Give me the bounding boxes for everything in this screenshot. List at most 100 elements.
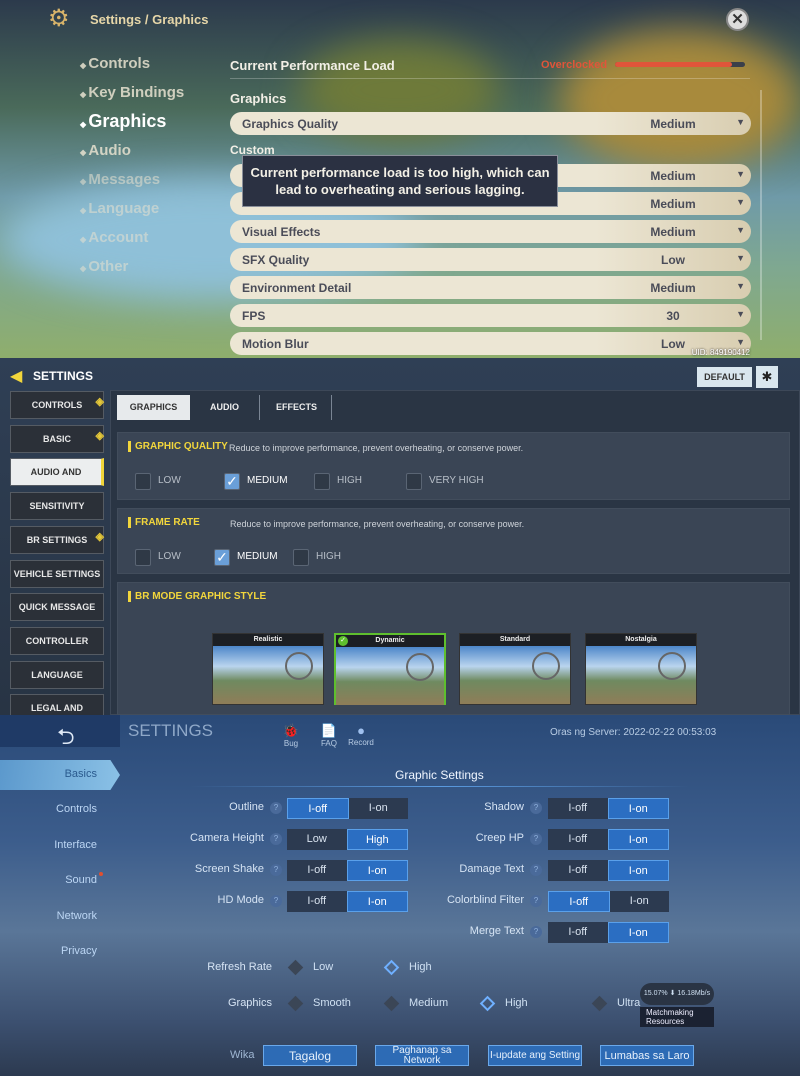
checkbox-very-high[interactable] (406, 473, 422, 490)
toggle-option-i-off[interactable]: I-off (287, 891, 347, 912)
style-option-realistic[interactable]: Realistic (212, 633, 324, 705)
tab-effects[interactable]: EFFECTS (262, 395, 332, 420)
setting-row-fps[interactable]: FPS 30 ▼ (230, 304, 751, 327)
nav-item-network[interactable]: Network (0, 910, 97, 922)
toggle-option-i-off[interactable]: I-off (548, 798, 608, 819)
nav-item-basics[interactable]: Basics (0, 760, 120, 790)
toggle-option-high[interactable]: High (346, 829, 408, 850)
tab-graphics[interactable]: GRAPHICS (117, 395, 190, 420)
toggle-option-i-on[interactable]: I-on (346, 891, 408, 912)
setting-value-dropdown[interactable]: Medium (643, 197, 703, 211)
sidebar-item-language[interactable]: LANGUAGE (10, 660, 104, 689)
nav-item-interface[interactable]: Interface (0, 839, 97, 851)
help-icon[interactable]: ? (270, 895, 282, 907)
button-i-update-ang-setting[interactable]: I-update ang Setting (488, 1045, 582, 1066)
back-arrow-icon[interactable]: ◀ (10, 366, 22, 386)
toggle-damage-text[interactable]: I-off I-on (548, 860, 669, 881)
toggle-outline[interactable]: I-off I-on (287, 798, 408, 819)
help-icon[interactable]: ? (530, 895, 542, 907)
sidebar-item-audio-and-graphics[interactable]: AUDIO AND GRAPHICS (10, 458, 104, 503)
setting-value-dropdown[interactable]: Medium (643, 281, 703, 295)
toggle-option-i-on[interactable]: I-on (607, 922, 669, 943)
setting-value-dropdown[interactable]: Medium (643, 117, 703, 131)
toggle-option-i-on[interactable]: I-on (607, 860, 669, 881)
toggle-option-i-off[interactable]: I-off (548, 860, 608, 881)
nav-item-privacy[interactable]: Privacy (0, 945, 97, 957)
toggle-merge-text[interactable]: I-off I-on (548, 922, 669, 943)
header-button-record[interactable]: ● Record (347, 723, 375, 747)
help-icon[interactable]: ? (530, 802, 542, 814)
setting-row-graphics-quality[interactable]: Graphics Quality Medium ▼ (230, 112, 751, 135)
help-icon[interactable]: ? (530, 926, 542, 938)
toggle-option-i-on[interactable]: I-on (607, 798, 669, 819)
help-icon[interactable]: ? (270, 864, 282, 876)
setting-row-motion-blur[interactable]: Motion Blur Low ▼ (230, 332, 751, 355)
help-icon[interactable]: ? (270, 833, 282, 845)
back-button[interactable]: ⮌ (57, 720, 75, 758)
nav-item-language[interactable]: ◆ Language (80, 200, 159, 217)
sidebar-item-sensitivity[interactable]: SENSITIVITY (10, 492, 104, 521)
scrollbar[interactable] (760, 90, 762, 340)
toggle-creep-hp[interactable]: I-off I-on (548, 829, 669, 850)
toggle-option-low[interactable]: Low (287, 829, 347, 850)
header-button-bug[interactable]: 🐞 Bug (277, 723, 305, 748)
toggle-screen-shake[interactable]: I-off I-on (287, 860, 408, 881)
nav-item-messages[interactable]: ◆ Messages (80, 171, 160, 188)
setting-value-dropdown[interactable]: 30 (643, 309, 703, 323)
style-option-nostalgia[interactable]: Nostalgia (585, 633, 697, 705)
toggle-shadow[interactable]: I-off I-on (548, 798, 669, 819)
checkbox-high[interactable] (314, 473, 330, 490)
checkbox-low[interactable] (135, 473, 151, 490)
button-paghanap-sa-network[interactable]: Paghanap sa Network (375, 1045, 469, 1066)
toggle-option-i-off[interactable]: I-off (287, 798, 349, 819)
sidebar-item-basic[interactable]: BASIC ◈ (10, 424, 104, 453)
nav-item-graphics[interactable]: ◆ Graphics (80, 111, 166, 132)
toggle-colorblind-filter[interactable]: I-off I-on (548, 891, 669, 912)
checkbox-high[interactable] (293, 549, 309, 566)
sidebar-item-controls[interactable]: CONTROLS ◈ (10, 391, 104, 419)
checkbox-medium[interactable]: ✓ (224, 473, 240, 490)
toggle-option-i-off[interactable]: I-off (287, 860, 347, 881)
help-icon[interactable]: ? (270, 802, 282, 814)
help-icon[interactable]: ? (530, 864, 542, 876)
toggle-hd-mode[interactable]: I-off I-on (287, 891, 408, 912)
nav-item-account[interactable]: ◆ Account (80, 229, 148, 246)
sidebar-item-controller[interactable]: CONTROLLER (10, 626, 104, 655)
default-button[interactable]: DEFAULT (697, 367, 752, 387)
toggle-option-i-off[interactable]: I-off (548, 891, 610, 912)
style-option-dynamic[interactable]: Dynamic ✓ (334, 633, 446, 705)
header-button-faq[interactable]: 📄 FAQ (315, 723, 343, 748)
setting-value-dropdown[interactable]: Low (643, 253, 703, 267)
button-tagalog[interactable]: Tagalog (263, 1045, 357, 1066)
toggle-option-i-off[interactable]: I-off (548, 829, 608, 850)
sidebar-item-vehicle-settings[interactable]: VEHICLE SETTINGS (10, 559, 104, 588)
toggle-option-i-on[interactable]: I-on (607, 829, 669, 850)
toggle-option-i-off[interactable]: I-off (548, 922, 608, 943)
close-button[interactable]: ✕ (726, 8, 749, 31)
sidebar-item-br-settings[interactable]: BR SETTINGS ◈ (10, 525, 104, 554)
checkbox-low[interactable] (135, 549, 151, 566)
radio-medium[interactable]: Medium (383, 995, 448, 1011)
nav-item-controls[interactable]: ◆ Controls (80, 55, 150, 72)
setting-value-dropdown[interactable]: Medium (643, 169, 703, 183)
radio-smooth[interactable]: Smooth (287, 995, 351, 1011)
setting-row-sfx-quality[interactable]: SFX Quality Low ▼ (230, 248, 751, 271)
style-option-standard[interactable]: Standard (459, 633, 571, 705)
setting-row-environment-detail[interactable]: Environment Detail Medium ▼ (230, 276, 751, 299)
toggle-option-i-on[interactable]: I-on (609, 891, 669, 912)
tab-audio[interactable]: AUDIO (190, 395, 260, 420)
button-lumabas-sa-laro[interactable]: Lumabas sa Laro (600, 1045, 694, 1066)
radio-high[interactable]: High (479, 995, 528, 1011)
nav-item-key-bindings[interactable]: ◆ Key Bindings (80, 84, 184, 101)
nav-item-controls[interactable]: Controls (0, 803, 97, 815)
sidebar-item-quick-message[interactable]: QUICK MESSAGE (10, 593, 104, 622)
setting-row-visual-effects[interactable]: Visual Effects Medium ▼ (230, 220, 751, 243)
nav-item-other[interactable]: ◆ Other (80, 258, 128, 275)
nav-item-audio[interactable]: ◆ Audio (80, 142, 131, 159)
radio-low[interactable]: Low (287, 959, 333, 975)
radio-high[interactable]: High (383, 959, 432, 975)
nav-item-sound[interactable]: Sound (0, 874, 97, 886)
bug-report-icon[interactable]: ✱ (756, 366, 778, 388)
radio-ultra[interactable]: Ultra (591, 995, 640, 1011)
help-icon[interactable]: ? (530, 833, 542, 845)
